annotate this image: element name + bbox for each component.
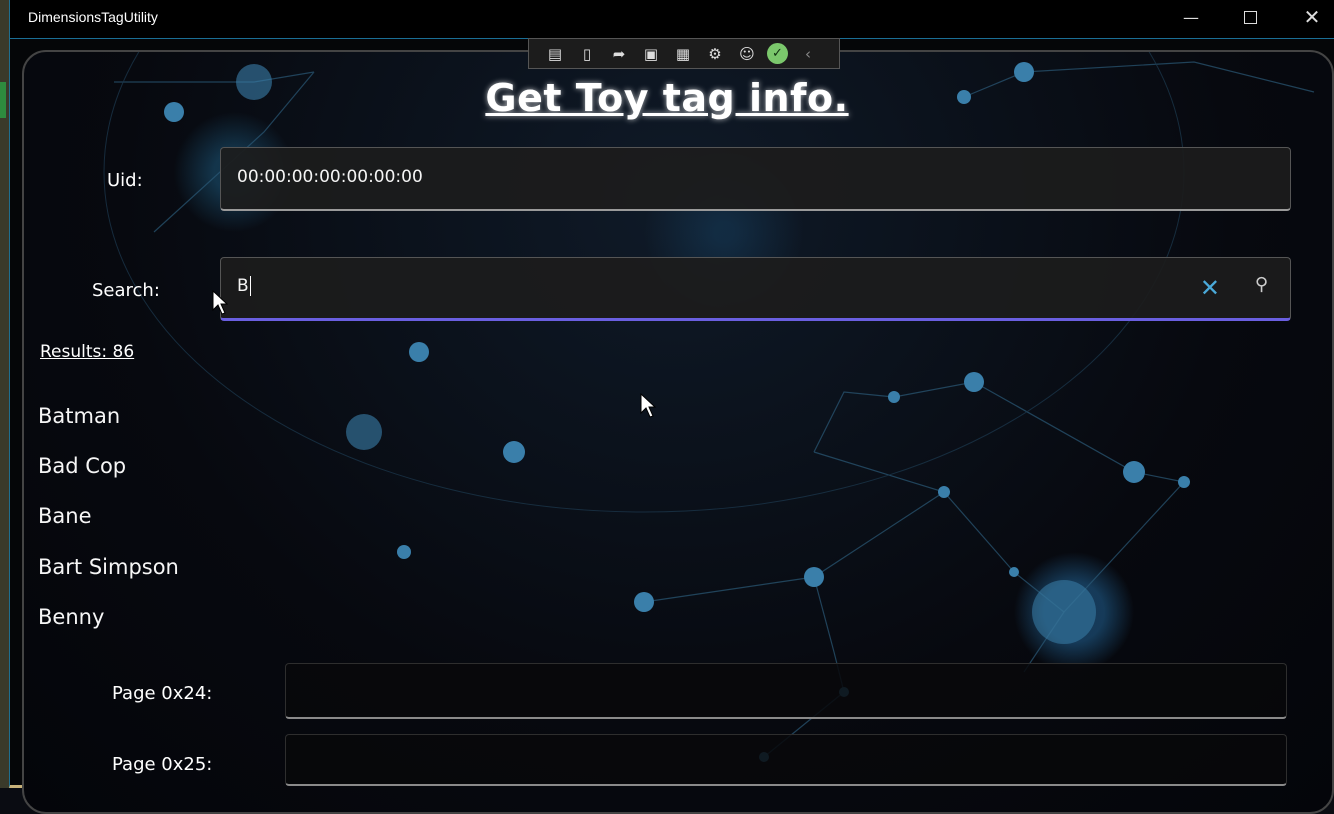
- minimize-icon: —: [1183, 7, 1199, 27]
- search-text: B: [237, 276, 249, 296]
- search-input[interactable]: B ✕ ⚲: [220, 257, 1291, 321]
- list-item[interactable]: Benny: [38, 605, 104, 629]
- uid-label: Uid:: [107, 170, 143, 191]
- close-button[interactable]: ✕: [1284, 0, 1334, 34]
- page-title: Get Toy tag info.: [485, 76, 849, 120]
- mouse-cursor-icon: [640, 393, 656, 418]
- text-caret: [249, 276, 251, 296]
- binding-failures-icon[interactable]: ⚙: [703, 43, 727, 65]
- list-item[interactable]: Bane: [38, 504, 92, 528]
- select-element-icon[interactable]: ➦: [607, 43, 631, 65]
- minimize-button[interactable]: —: [1163, 0, 1219, 34]
- page-0x25-field[interactable]: [285, 734, 1287, 786]
- page-0x24-label: Page 0x24:: [112, 683, 213, 704]
- uid-field[interactable]: 00:00:00:00:00:00:00: [220, 147, 1291, 211]
- camera-icon[interactable]: ▯: [575, 43, 599, 65]
- maximize-icon: [1243, 10, 1257, 24]
- mouse-cursor-icon: [212, 290, 228, 315]
- uid-value: 00:00:00:00:00:00:00: [237, 167, 423, 187]
- search-label: Search:: [92, 280, 160, 301]
- window-title: DimensionsTagUtility: [28, 9, 158, 25]
- live-visual-tree-icon[interactable]: ▤: [543, 43, 567, 65]
- list-item[interactable]: Bad Cop: [38, 454, 126, 478]
- results-count: Results: 86: [40, 342, 135, 362]
- search-icon[interactable]: ⚲: [1255, 274, 1268, 295]
- collapse-chevron-icon[interactable]: ‹: [796, 43, 820, 65]
- list-item[interactable]: Bart Simpson: [38, 555, 179, 579]
- title-bar[interactable]: DimensionsTagUtility — ✕: [10, 0, 1334, 39]
- debug-toolbar: ▤ ▯ ➦ ▣ ▦ ⚙ ☺ ✓ ‹: [528, 38, 840, 69]
- maximize-button[interactable]: [1222, 0, 1278, 34]
- check-icon[interactable]: ✓: [767, 43, 788, 64]
- page-0x24-field[interactable]: [285, 663, 1287, 719]
- accessibility-icon[interactable]: ☺: [735, 43, 759, 65]
- list-item[interactable]: Batman: [38, 404, 120, 428]
- page-0x25-label: Page 0x25:: [112, 754, 213, 775]
- display-layout-adorners-icon[interactable]: ▣: [639, 43, 663, 65]
- clear-icon[interactable]: ✕: [1200, 274, 1220, 302]
- close-icon: ✕: [1303, 5, 1321, 29]
- search-value: B: [237, 276, 251, 296]
- track-focus-icon[interactable]: ▦: [671, 43, 695, 65]
